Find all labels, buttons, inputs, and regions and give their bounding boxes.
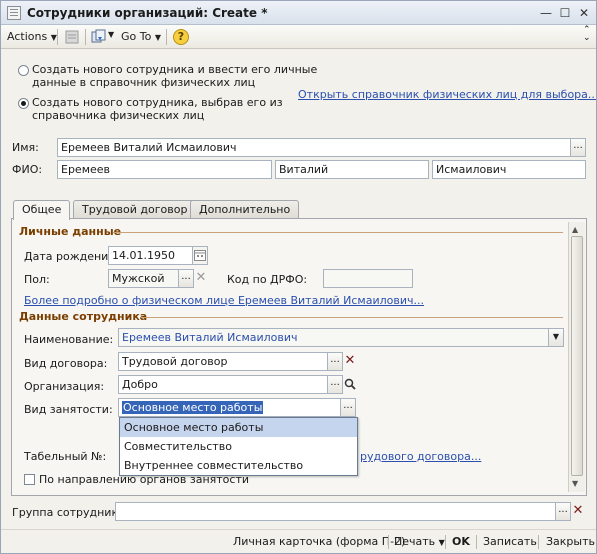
radio-select-person-label-1: Создать нового сотрудника, выбрав его из (32, 96, 283, 109)
drfo-field[interactable] (323, 269, 413, 288)
birth-date-field[interactable]: 14.01.1950 (108, 246, 194, 265)
radio-select-person-label-2: справочника физических лиц (32, 109, 205, 122)
scrollbar-thumb[interactable] (571, 236, 583, 476)
title-bar: Сотрудники организаций: Create * — ☐ ✕ (1, 1, 596, 25)
list-icon[interactable] (64, 29, 80, 45)
copy-icon[interactable] (91, 29, 107, 45)
toolbar-divider (85, 29, 86, 45)
actions-label: Actions (7, 30, 48, 43)
tab-employment-contract[interactable]: Трудовой договор (73, 200, 197, 219)
birth-date-label: Дата рождения: (24, 250, 119, 263)
name-field[interactable]: Еремеев Виталий Исмаилович (57, 138, 571, 157)
organization-label: Организация: (24, 380, 105, 393)
employment-type-value: Основное место работы (122, 401, 264, 414)
tab-number-label: Табельный №: (24, 450, 107, 463)
goto-label: Go To (121, 30, 152, 43)
actions-menu[interactable]: Actions ▼ (7, 30, 57, 43)
calendar-icon[interactable] (192, 246, 208, 265)
section-divider (113, 232, 563, 233)
contract-type-field[interactable]: Трудовой договор (118, 352, 328, 371)
contract-type-label: Вид договора: (24, 357, 108, 370)
bottom-divider (538, 535, 539, 549)
organization-field[interactable]: Добро (118, 375, 328, 394)
organization-select-button[interactable]: ... (327, 375, 343, 394)
employment-type-dropdown: Основное место работы Совместительство В… (119, 417, 358, 476)
employee-group-select-button[interactable]: ... (555, 502, 571, 521)
name-select-button[interactable]: ... (570, 138, 586, 157)
chevron-down-icon[interactable]: ▼ (108, 30, 114, 39)
toolbar-divider (166, 29, 167, 45)
print-menu-button[interactable]: Печать ▼ (394, 535, 445, 548)
overflow-chevron-icon[interactable]: ⌃ ⌄ (583, 26, 591, 43)
section-divider (141, 317, 563, 318)
close-icon[interactable]: ✕ (576, 5, 592, 21)
contract-link[interactable]: рудового договора... (360, 450, 481, 463)
fio-label: ФИО: (12, 163, 43, 176)
contract-type-clear-icon[interactable]: ✕ (343, 352, 357, 371)
naming-label: Наименование: (24, 333, 114, 346)
maximize-icon[interactable]: ☐ (557, 5, 573, 21)
radio-select-person[interactable] (18, 98, 29, 109)
tab-additional[interactable]: Дополнительно (190, 200, 300, 219)
gender-field[interactable]: Мужской (108, 269, 179, 288)
minimize-icon[interactable]: — (538, 5, 554, 21)
contract-type-select-button[interactable]: ... (327, 352, 343, 371)
name-label: Имя: (12, 141, 39, 154)
personal-card-button[interactable]: Личная карточка (форма П-2) (233, 535, 405, 548)
employee-create-window: Сотрудники организаций: Create * — ☐ ✕ A… (0, 0, 597, 554)
dropdown-option[interactable]: Внутреннее совместительство (120, 456, 357, 475)
open-directory-link[interactable]: Открыть справочник физических лиц для вы… (298, 88, 596, 101)
toolbar: Actions ▼ ▼ Go To ▼ ? ⌃ ⌄ (1, 25, 596, 49)
dropdown-option[interactable]: Совместительство (120, 437, 357, 456)
chevron-down-icon: ▼ (438, 538, 445, 547)
person-details-link[interactable]: Более подробно о физическом лице Еремеев… (24, 294, 424, 307)
employee-group-clear-icon[interactable]: ✕ (571, 502, 585, 521)
employee-group-field[interactable] (115, 502, 556, 521)
scroll-down-icon[interactable]: ▼ (572, 479, 578, 488)
drfo-label: Код по ДРФО: (227, 273, 308, 286)
help-icon[interactable]: ? (173, 29, 189, 45)
scroll-up-icon[interactable]: ▲ (572, 225, 578, 234)
close-button[interactable]: Закрыть (546, 535, 595, 548)
gender-clear-icon[interactable]: ✕ (194, 269, 208, 288)
employee-group-label: Группа сотрудника: (12, 506, 129, 519)
tab-general[interactable]: Общее (13, 200, 71, 220)
employment-type-select-button[interactable]: ... (340, 398, 356, 417)
chevron-down-icon: ▼ (154, 33, 161, 42)
print-label: Печать (394, 535, 436, 548)
toolbar-divider (57, 29, 58, 45)
employee-data-heading: Данные сотрудника (19, 310, 148, 323)
window-title: Сотрудники организаций: Create * (27, 6, 268, 20)
radio-new-person[interactable] (18, 65, 29, 76)
employment-type-label: Вид занятости: (24, 403, 113, 416)
first-name-field[interactable]: Виталий (275, 160, 429, 179)
last-name-field[interactable]: Еремеев (57, 160, 272, 179)
personal-data-heading: Личные данные (19, 225, 122, 238)
employment-center-checkbox[interactable] (24, 474, 35, 485)
chevron-down-icon: ▼ (50, 33, 57, 42)
gender-label: Пол: (24, 273, 50, 286)
save-button[interactable]: Записать (483, 535, 537, 548)
bottom-divider (445, 535, 446, 549)
middle-name-field[interactable]: Исмаилович (432, 160, 586, 179)
goto-menu[interactable]: Go To ▼ (121, 30, 161, 43)
bottom-divider (388, 535, 389, 549)
naming-field[interactable]: Еремеев Виталий Исмаилович (118, 328, 549, 347)
naming-dropdown-icon[interactable]: ▼ (548, 328, 564, 347)
bottom-command-bar: Личная карточка (форма П-2) Печать ▼ OK … (1, 529, 596, 553)
search-icon[interactable] (343, 375, 357, 394)
employment-type-field[interactable]: Основное место работы (118, 398, 341, 417)
gender-select-button[interactable]: ... (178, 269, 194, 288)
radio-new-person-label-1: Создать нового сотрудника и ввести его л… (32, 63, 318, 76)
ok-button[interactable]: OK (452, 535, 470, 548)
radio-new-person-label-2: данные в справочник физических лиц (32, 76, 256, 89)
dropdown-option[interactable]: Основное место работы (120, 418, 357, 437)
panel-scrollbar[interactable]: ▲ ▼ (568, 222, 585, 492)
form-icon (7, 6, 21, 20)
bottom-divider (476, 535, 477, 549)
